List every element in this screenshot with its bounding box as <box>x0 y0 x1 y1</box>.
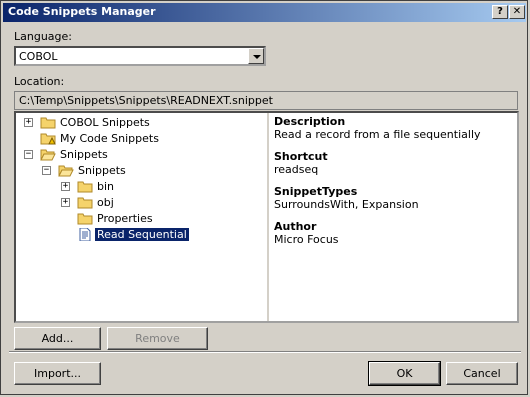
expand-icon[interactable]: + <box>24 118 33 127</box>
location-value: C:\Temp\Snippets\Snippets\READNEXT.snipp… <box>19 94 273 107</box>
description-value: Read a record from a file sequentially <box>274 128 481 141</box>
folder-icon <box>77 213 93 225</box>
folder-icon <box>40 117 56 129</box>
description-heading: Description <box>274 115 346 128</box>
title-bar: Code Snippets Manager ? ✕ <box>3 3 526 22</box>
tree-node-cobol-snippets[interactable]: + COBOL Snippets <box>16 115 266 131</box>
tree-node-label: COBOL Snippets <box>60 116 150 129</box>
collapse-icon[interactable]: − <box>42 166 51 175</box>
tree-node-bin[interactable]: + bin <box>16 179 266 195</box>
collapse-icon[interactable]: − <box>24 150 33 159</box>
tree-node-label: Read Sequential <box>95 228 189 241</box>
shortcut-value: readseq <box>274 163 319 176</box>
add-button[interactable]: Add... <box>14 327 101 350</box>
tree-node-snippets-child[interactable]: − Snippets <box>16 163 266 179</box>
ok-button[interactable]: OK <box>368 361 441 386</box>
snippet-tree[interactable]: + COBOL Snippets My Code Snippets − Snip… <box>16 113 269 321</box>
tree-node-properties[interactable]: Properties <box>16 211 266 227</box>
folder-icon <box>77 181 93 193</box>
location-field: C:\Temp\Snippets\Snippets\READNEXT.snipp… <box>14 91 518 110</box>
tree-node-snippets[interactable]: − Snippets <box>16 147 266 163</box>
folder-open-icon <box>58 165 74 177</box>
tree-node-my-code-snippets[interactable]: My Code Snippets <box>16 131 266 147</box>
expand-icon[interactable]: + <box>61 198 70 207</box>
snippet-details: Description Read a record from a file se… <box>274 115 514 255</box>
tree-node-label: Snippets <box>78 164 126 177</box>
tree-node-read-sequential[interactable]: Read Sequential <box>16 227 266 243</box>
code-snippets-manager-dialog: Code Snippets Manager ? ✕ Language: COBO… <box>0 0 528 395</box>
snippets-panel: + COBOL Snippets My Code Snippets − Snip… <box>14 111 519 323</box>
expand-icon[interactable]: + <box>61 182 70 191</box>
remove-button[interactable]: Remove <box>107 327 208 350</box>
import-button[interactable]: Import... <box>14 362 101 385</box>
close-button[interactable]: ✕ <box>509 5 525 19</box>
folder-warning-icon <box>40 133 56 145</box>
snippet-types-heading: SnippetTypes <box>274 185 358 198</box>
tree-node-label: Properties <box>97 212 153 225</box>
snippet-file-icon <box>79 228 91 241</box>
shortcut-heading: Shortcut <box>274 150 328 163</box>
tree-node-obj[interactable]: + obj <box>16 195 266 211</box>
help-button[interactable]: ? <box>492 5 508 19</box>
tree-node-label: obj <box>97 196 114 209</box>
language-select[interactable]: COBOL <box>14 46 266 66</box>
folder-icon <box>77 197 93 209</box>
snippet-types-value: SurroundsWith, Expansion <box>274 198 419 211</box>
cancel-button[interactable]: Cancel <box>446 362 518 385</box>
divider <box>9 351 521 353</box>
chevron-down-icon[interactable] <box>248 48 264 64</box>
author-heading: Author <box>274 220 317 233</box>
folder-open-icon <box>40 149 56 161</box>
tree-node-label: Snippets <box>60 148 108 161</box>
language-label: Language: <box>14 30 72 43</box>
author-value: Micro Focus <box>274 233 339 246</box>
language-value: COBOL <box>19 50 58 63</box>
tree-node-label: My Code Snippets <box>60 132 159 145</box>
window-title: Code Snippets Manager <box>8 5 156 18</box>
location-label: Location: <box>14 75 65 88</box>
tree-node-label: bin <box>97 180 115 193</box>
